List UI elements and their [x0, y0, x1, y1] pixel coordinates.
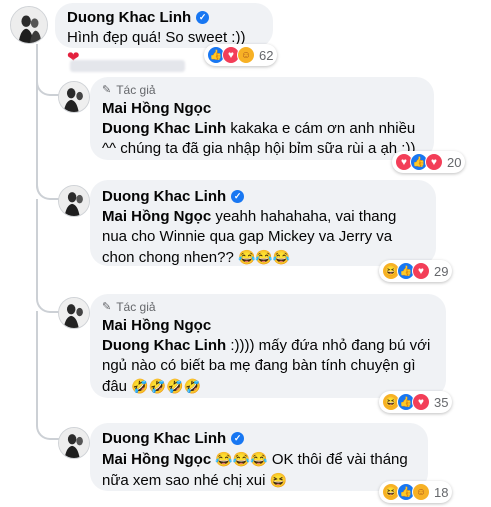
avatar[interactable] — [58, 81, 90, 113]
avatar[interactable] — [58, 427, 90, 459]
laughing-emoji-icon: 😂😂😂 — [237, 249, 291, 265]
pencil-icon: ✎ — [102, 301, 112, 313]
laughing-emoji-icon: 😂😂😂 — [215, 451, 268, 467]
avatar[interactable] — [58, 297, 90, 329]
reaction-count: 35 — [434, 394, 449, 410]
reaction-count: 29 — [434, 263, 449, 279]
reaction-summary[interactable]: 😆 👍 ☺ 18 — [379, 481, 453, 503]
reaction-count: 18 — [434, 484, 449, 500]
care-reaction-icon: ☺ — [412, 483, 430, 501]
comment-author[interactable]: Duong Khac Linh — [102, 429, 226, 448]
thread-connector — [36, 44, 64, 199]
author-badge: Tác giả — [116, 83, 156, 97]
author-badge: Tác giả — [116, 300, 156, 314]
comment-bubble: Duong Khac Linh ✓ Hình đẹp quá! So sweet… — [55, 3, 273, 66]
reaction-summary[interactable]: 😆 👍 ♥ 29 — [379, 260, 453, 282]
thread-connector — [36, 311, 64, 440]
thread-connector — [36, 199, 64, 313]
mention-tag[interactable]: Duong Khac Linh — [102, 337, 226, 354]
avatar[interactable] — [10, 6, 48, 44]
reply-bubble: ✎ Tác giả Mai Hồng Ngọc Duong Khac Linh :… — [90, 294, 446, 398]
comment-author[interactable]: Mai Hồng Ngọc — [102, 316, 211, 335]
mention-tag[interactable]: Mai Hồng Ngọc — [102, 451, 211, 468]
mention-tag[interactable]: Duong Khac Linh — [102, 120, 226, 137]
rofl-emoji-icon: 🤣🤣🤣🤣 — [131, 378, 201, 394]
comment-author[interactable]: Duong Khac Linh — [67, 8, 191, 27]
love-reaction-icon: ♥ — [412, 262, 430, 280]
love-reaction-icon: ♥ — [412, 393, 430, 411]
reaction-summary[interactable]: 👍 ♥ ☺ 62 — [204, 44, 278, 66]
mention-tag[interactable]: Mai Hồng Ngọc — [102, 208, 211, 225]
care-reaction-icon: ☺ — [237, 46, 255, 64]
blurred-action-row — [70, 60, 185, 72]
love-reaction-icon: ♥ — [425, 153, 443, 171]
reply-bubble: Duong Khac Linh ✓ Mai Hồng Ngọc yeahh ha… — [90, 180, 436, 266]
pencil-icon: ✎ — [102, 84, 112, 96]
reaction-summary[interactable]: 😆 👍 ♥ 35 — [379, 391, 453, 413]
reply-bubble: Duong Khac Linh ✓ Mai Hồng Ngọc 😂😂😂 OK t… — [90, 423, 428, 491]
verified-badge-icon: ✓ — [231, 190, 245, 203]
reaction-count: 20 — [447, 154, 462, 170]
comment-author[interactable]: Duong Khac Linh — [102, 187, 226, 206]
avatar[interactable] — [58, 185, 90, 217]
reaction-summary[interactable]: ♥ 👍 ♥ 20 — [392, 151, 466, 173]
reply-bubble: ✎ Tác giả Mai Hồng Ngọc Duong Khac Linh k… — [90, 77, 434, 160]
verified-badge-icon: ✓ — [196, 11, 210, 24]
comment-author[interactable]: Mai Hồng Ngọc — [102, 99, 211, 118]
grinning-emoji-icon: 😆 — [269, 472, 288, 488]
reaction-count: 62 — [259, 47, 274, 63]
verified-badge-icon: ✓ — [231, 432, 245, 445]
